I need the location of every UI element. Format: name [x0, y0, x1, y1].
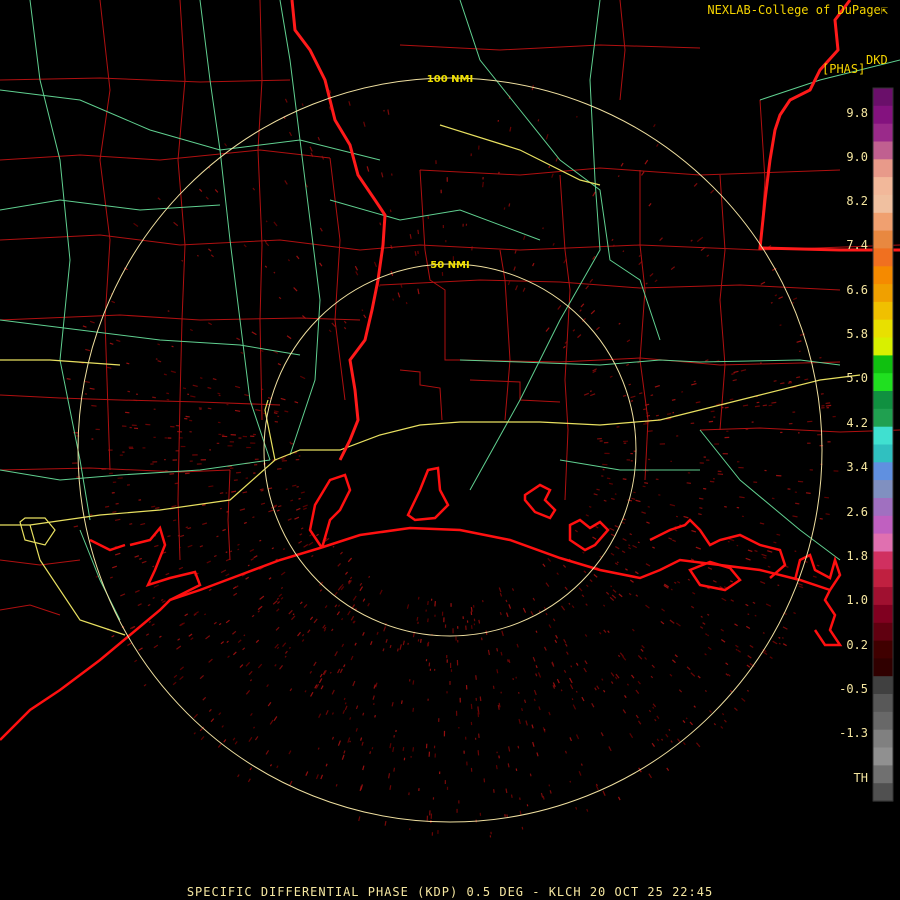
legend-swatch — [873, 194, 893, 214]
legend-swatch — [873, 533, 893, 552]
highways — [0, 0, 900, 621]
legend-label: 2.6 — [846, 505, 868, 519]
legend-label: 8.2 — [846, 194, 868, 208]
legend-swatch — [873, 319, 893, 339]
legend-label: 4.2 — [846, 416, 868, 430]
legend-label: 5.8 — [846, 327, 868, 341]
legend-swatch — [873, 711, 893, 731]
legend-label: 9.0 — [846, 150, 868, 164]
credit-label: NEXLAB-College of DuPage⇱ — [707, 3, 888, 17]
ring-label-100: 100 NMI — [427, 74, 473, 85]
legend-swatch — [873, 212, 893, 232]
legend-swatch — [873, 462, 893, 481]
radar-map: 100 NMI 50 NMI — [0, 0, 900, 838]
product-caption: SPECIFIC DIFFERENTIAL PHASE (KDP) 0.5 DE… — [186, 885, 714, 899]
legend-swatch — [873, 765, 893, 784]
legend-label: 5.0 — [846, 371, 868, 385]
legend-unit-phase: [PHAS] — [822, 62, 866, 76]
legend-swatch — [873, 88, 893, 107]
interstates — [0, 124, 861, 636]
legend-colorbar — [873, 88, 893, 802]
legend-swatch — [873, 123, 893, 143]
county-boundaries — [0, 0, 900, 616]
range-rings — [77, 77, 823, 823]
legend-swatch — [873, 515, 893, 535]
legend-label: 1.8 — [846, 549, 868, 563]
legend-swatch — [873, 622, 893, 642]
legend-swatch — [873, 373, 893, 392]
legend-swatch — [873, 747, 893, 766]
legend-swatch — [873, 177, 893, 196]
legend-swatch — [873, 248, 893, 267]
legend-swatch — [873, 498, 893, 517]
legend-swatch — [873, 551, 893, 570]
legend-swatch — [873, 480, 893, 499]
legend-swatch — [873, 640, 893, 659]
legend-swatch — [873, 783, 893, 802]
cursor-arrow-icon: ⇱ — [880, 3, 888, 17]
legend-swatch — [873, 105, 893, 125]
legend-swatch — [873, 141, 893, 160]
legend-swatch — [873, 159, 893, 178]
legend-swatch — [873, 658, 893, 677]
legend-swatch — [873, 604, 893, 624]
legend-label: 3.4 — [846, 460, 868, 474]
legend-swatch — [873, 569, 893, 588]
legend-unit: DKD — [866, 53, 888, 67]
legend-swatch — [873, 391, 893, 410]
legend-swatch — [873, 266, 893, 285]
legend-swatch — [873, 301, 893, 321]
legend-label: 9.8 — [846, 106, 868, 120]
legend-swatch — [873, 408, 893, 428]
legend-swatch — [873, 729, 893, 749]
legend-swatch — [873, 355, 893, 374]
ring-100-nmi — [77, 77, 823, 823]
ring-label-50: 50 NMI — [430, 260, 469, 271]
legend-swatch — [873, 694, 893, 713]
coastline — [0, 466, 843, 741]
legend-label: -0.5 — [839, 682, 868, 696]
legend-swatch — [873, 676, 893, 695]
legend-label: TH — [853, 771, 868, 785]
legend-swatch — [873, 230, 893, 249]
state-boundaries — [290, 0, 900, 461]
legend-label: -1.3 — [839, 726, 868, 740]
legend-swatch — [873, 426, 893, 446]
legend-swatch — [873, 444, 893, 463]
legend-swatch — [873, 587, 893, 606]
legend-swatch — [873, 284, 893, 303]
radar-echoes — [66, 85, 839, 838]
legend-label: 7.4 — [846, 238, 868, 252]
legend-label: 6.6 — [846, 283, 868, 297]
legend-label: 1.0 — [846, 593, 868, 607]
legend-swatch — [873, 337, 893, 356]
legend-label: 0.2 — [846, 638, 868, 652]
